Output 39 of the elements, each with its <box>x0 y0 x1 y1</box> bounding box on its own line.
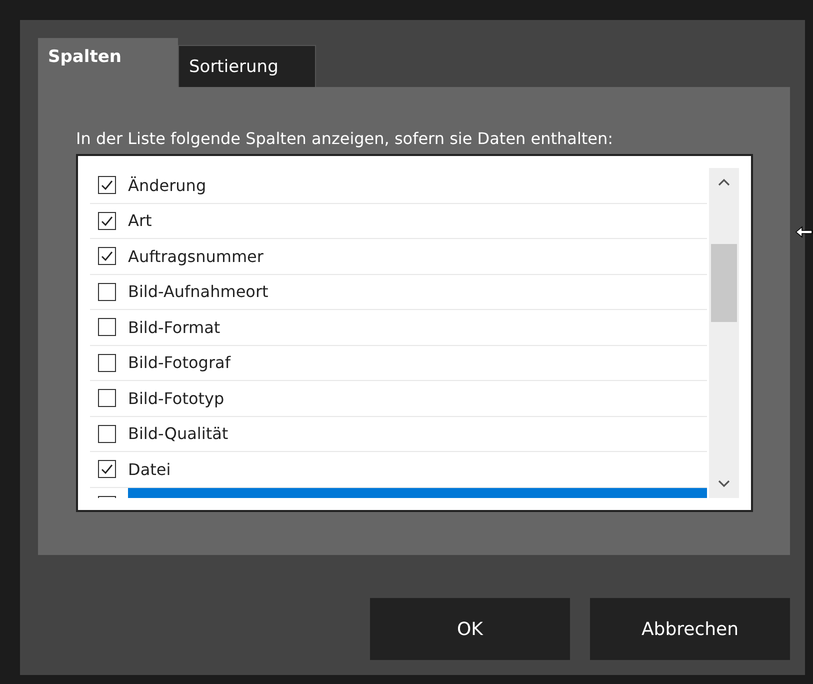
list-item[interactable]: Bild-Qualität <box>90 416 707 452</box>
check-icon <box>100 178 114 192</box>
checkbox[interactable] <box>98 176 116 194</box>
checkbox[interactable] <box>98 389 116 408</box>
list-item[interactable]: Art <box>90 204 707 239</box>
scroll-thumb[interactable] <box>711 244 737 322</box>
checkbox[interactable] <box>98 212 116 230</box>
dialog-button[interactable]: Abbrechen <box>590 598 790 660</box>
item-label: Auftragsnummer <box>128 246 264 268</box>
checkbox[interactable] <box>98 354 116 372</box>
tab[interactable]: Sortierung <box>178 45 316 87</box>
list-item[interactable]: Bild-Aufnahmeort <box>90 274 707 310</box>
arrow-cursor-icon <box>795 226 813 238</box>
list-item[interactable]: Bild-Format <box>90 310 707 346</box>
item-label: Art <box>128 210 153 232</box>
list-item[interactable]: Bild-Fotograf <box>90 346 707 381</box>
check-icon <box>100 462 114 476</box>
tab[interactable]: Spalten <box>38 38 178 87</box>
dialog-button[interactable]: OK <box>370 598 570 660</box>
item-label: Datei <box>128 458 172 481</box>
check-icon <box>100 249 114 264</box>
list-item[interactable]: Bild-Fototyp <box>90 381 707 416</box>
list-item[interactable]: Änderung <box>90 168 707 204</box>
list-item[interactable]: Auftragsnummer <box>90 239 707 274</box>
checkbox[interactable] <box>98 460 116 478</box>
item-label: Änderung <box>128 174 208 197</box>
checkbox[interactable] <box>98 282 116 301</box>
instruction-text: In der Liste folgende Spalten anzeigen, sofern sie Daten enthalten: <box>76 129 614 148</box>
item-label: Bild-Fotograf <box>128 352 232 374</box>
scroll-down-icon[interactable] <box>718 480 730 488</box>
checkbox[interactable] <box>98 318 116 336</box>
scroll-up-icon[interactable] <box>718 178 730 186</box>
checkbox[interactable] <box>98 424 116 443</box>
item-label: Bild-Qualität <box>128 423 230 446</box>
item-label: Bild-Format <box>128 316 222 339</box>
scrollbar[interactable] <box>709 168 739 498</box>
item-label: Bild-Aufnahmeort <box>128 281 270 304</box>
checkbox[interactable] <box>98 247 116 266</box>
item-label: Bild-Fototyp <box>128 388 226 410</box>
